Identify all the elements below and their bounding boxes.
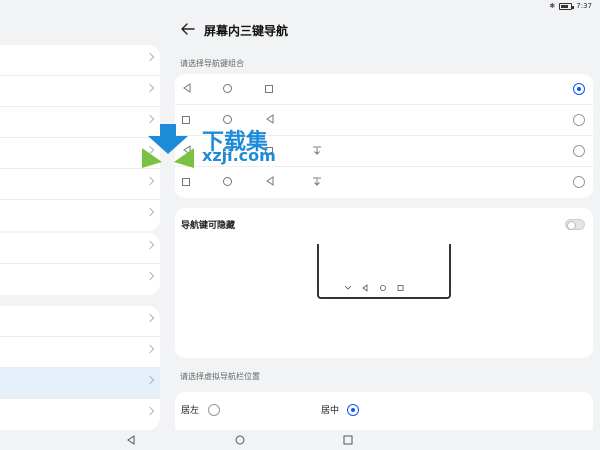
back-triangle-icon bbox=[183, 83, 191, 93]
status-bar: ✱ 7:37 bbox=[0, 0, 600, 14]
chevron-right-icon bbox=[145, 83, 155, 93]
settings-list-pane bbox=[0, 14, 168, 430]
notification-pulldown-icon bbox=[313, 146, 321, 155]
nav-option-4[interactable] bbox=[175, 167, 593, 198]
watermark-logo: 下载集 xzji.com bbox=[140, 122, 290, 170]
chevron-right-icon bbox=[145, 344, 155, 354]
list-item[interactable] bbox=[0, 76, 160, 107]
position-left-label: 居左 bbox=[181, 406, 200, 416]
list-item[interactable] bbox=[0, 45, 160, 76]
hideable-card: 导航键可隐藏 bbox=[175, 208, 593, 358]
hideable-title: 导航键可隐藏 bbox=[181, 221, 236, 231]
chevron-right-icon bbox=[145, 313, 155, 323]
list-item[interactable] bbox=[0, 107, 160, 138]
phone-preview bbox=[317, 244, 451, 299]
home-circle-icon bbox=[223, 84, 232, 93]
nav-option-radio[interactable] bbox=[573, 83, 585, 95]
recent-square-icon bbox=[182, 178, 190, 186]
chevron-right-icon bbox=[145, 375, 155, 385]
settings-group-1 bbox=[0, 45, 160, 231]
title-bar: 屏幕内三键导航 bbox=[168, 14, 600, 50]
system-nav-bar bbox=[0, 430, 600, 450]
system-back-icon[interactable] bbox=[126, 435, 136, 445]
chevron-right-icon bbox=[145, 240, 155, 250]
system-recents-icon[interactable] bbox=[343, 435, 353, 445]
position-center-radio[interactable] bbox=[347, 404, 359, 416]
list-item[interactable] bbox=[0, 337, 160, 368]
notification-pulldown-icon bbox=[313, 177, 321, 186]
preview-navbar bbox=[345, 284, 404, 292]
watermark-url: xzji.com bbox=[202, 146, 276, 165]
back-triangle-icon bbox=[266, 176, 274, 186]
nav-combo-label: 请选择导航键组合 bbox=[180, 59, 244, 68]
position-center-label: 居中 bbox=[321, 406, 340, 416]
position-card: 居左 居中 bbox=[175, 392, 593, 432]
nav-option-radio[interactable] bbox=[573, 145, 585, 157]
chevron-right-icon bbox=[145, 271, 155, 281]
chevron-right-icon bbox=[145, 52, 155, 62]
list-item-selected[interactable] bbox=[0, 368, 160, 399]
page-title: 屏幕内三键导航 bbox=[204, 24, 289, 38]
position-label: 请选择虚拟导航栏位置 bbox=[180, 372, 260, 381]
position-left-radio[interactable] bbox=[208, 404, 220, 416]
nav-option-radio[interactable] bbox=[573, 176, 585, 188]
list-item[interactable] bbox=[0, 306, 160, 337]
list-item[interactable] bbox=[0, 399, 160, 430]
home-circle-icon bbox=[223, 177, 232, 186]
preview-back-icon bbox=[362, 284, 368, 292]
battery-icon bbox=[559, 2, 575, 10]
back-arrow-icon[interactable] bbox=[180, 20, 196, 38]
status-time: 7:37 bbox=[576, 2, 592, 10]
list-item[interactable] bbox=[0, 169, 160, 200]
chevron-right-icon bbox=[145, 207, 155, 217]
settings-group-2 bbox=[0, 233, 160, 295]
chevron-right-icon bbox=[145, 176, 155, 186]
settings-group-3 bbox=[0, 306, 160, 430]
preview-home-icon bbox=[380, 285, 386, 291]
hideable-toggle[interactable] bbox=[565, 219, 585, 230]
list-item[interactable] bbox=[0, 138, 160, 169]
chevron-right-icon bbox=[145, 406, 155, 416]
nav-option-1[interactable] bbox=[175, 74, 593, 105]
nav-option-radio[interactable] bbox=[573, 114, 585, 126]
list-item[interactable] bbox=[0, 233, 160, 264]
bluetooth-icon: ✱ bbox=[549, 2, 556, 10]
system-home-icon[interactable] bbox=[235, 435, 245, 445]
watermark-arrow-icon bbox=[142, 124, 194, 168]
preview-pulldown-icon bbox=[345, 285, 352, 290]
recent-square-icon bbox=[265, 85, 273, 93]
preview-recent-icon bbox=[397, 285, 404, 291]
list-item[interactable] bbox=[0, 264, 160, 295]
list-item[interactable] bbox=[0, 200, 160, 231]
detail-pane: 屏幕内三键导航 请选择导航键组合 导航键可隐藏 请选择虚拟导航栏位置 居左 居中 bbox=[168, 14, 600, 432]
status-right: ✱ 7:37 bbox=[549, 2, 592, 10]
